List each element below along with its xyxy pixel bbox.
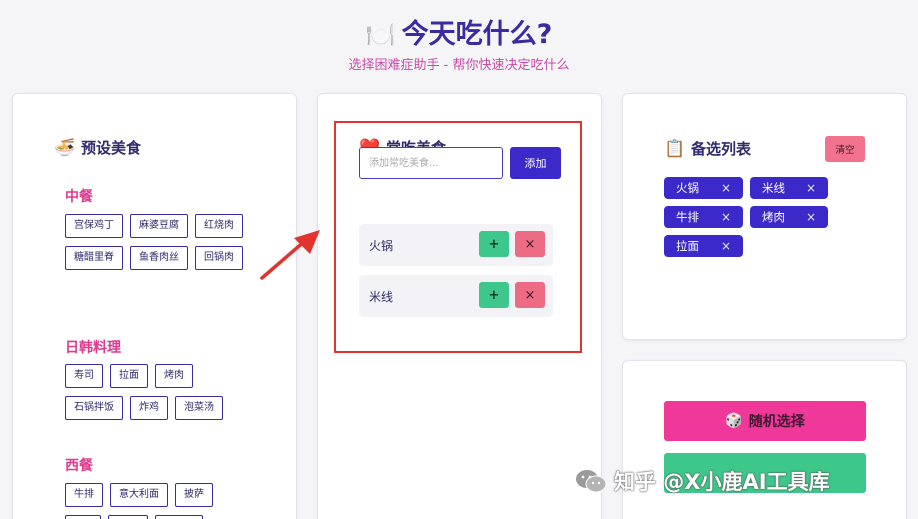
random-pick-label: 随机选择 [748,414,805,430]
page-title-text: 今天吃什么? [401,19,553,50]
preset-title-text: 预设美食 [81,139,142,157]
food-chip[interactable] [65,515,101,519]
category-title-chinese: 中餐 [65,189,93,205]
food-chip[interactable]: 宫保鸡丁 [65,214,123,238]
food-chip[interactable]: 回锅肉 [195,246,243,270]
random-pick-button[interactable]: 🎲 随机选择 [664,401,866,441]
candidate-pill[interactable]: 米线 × [750,177,828,199]
dice-icon: 🎲 [725,413,743,429]
chips-western: 牛排 意大利面 披萨 [65,483,245,519]
clear-list-button[interactable]: 清空 [825,136,865,162]
food-chip[interactable]: 烤肉 [155,364,193,388]
category-title-western: 西餐 [65,458,93,474]
food-chip[interactable]: 糖醋里脊 [65,246,123,270]
candidate-name: 牛排 [676,210,699,224]
preset-card: 🍜 预设美食 中餐 宫保鸡丁 麻婆豆腐 红烧肉 糖醋里脊 鱼香肉丝 回锅肉 日韩… [12,93,297,519]
food-chip[interactable]: 意大利面 [110,483,168,507]
close-icon[interactable]: × [806,181,816,195]
food-chip[interactable]: 泡菜汤 [175,396,223,420]
candidates-card-title: 📋 备选列表 [664,138,751,159]
preset-card-title: 🍜 预设美食 [54,137,141,158]
close-icon[interactable]: × [721,181,731,195]
food-chip[interactable]: 麻婆豆腐 [130,214,188,238]
candidate-pill[interactable]: 拉面 × [664,235,743,257]
food-chip[interactable]: 寿司 [65,364,103,388]
page-subtitle: 选择困难症助手 - 帮你快速决定吃什么 [348,58,570,73]
food-chip[interactable]: 红烧肉 [195,214,243,238]
page-title: 🍽️ 今天吃什么? [0,12,918,51]
chips-chinese: 宫保鸡丁 麻婆豆腐 红烧肉 糖醋里脊 鱼香肉丝 回锅肉 [65,214,245,270]
watermark-text: 知乎 @X小鹿AI工具库 [614,470,830,494]
food-chip[interactable]: 拉面 [110,364,148,388]
wechat-icon [576,470,607,493]
food-chip[interactable]: 石锅拌饭 [65,396,123,420]
food-chip[interactable] [108,515,148,519]
food-chip[interactable]: 炸鸡 [130,396,168,420]
candidates-card: 📋 备选列表 清空 火锅 × 米线 × 牛排 × 烤肉 × 拉面 × [622,93,907,340]
clipboard-icon: 📋 [664,138,686,159]
candidate-name: 米线 [762,181,785,195]
category-title-japanese-korean: 日韩料理 [65,340,121,356]
candidate-name: 烤肉 [762,210,785,224]
candidate-pill[interactable]: 烤肉 × [750,206,828,228]
candidate-name: 火锅 [676,181,699,195]
candidates-title-text: 备选列表 [691,140,752,158]
close-icon[interactable]: × [806,210,816,224]
food-chip[interactable] [155,515,203,519]
watermark: 知乎 @X小鹿AI工具库 [574,466,830,496]
highlight-box [334,121,582,353]
food-chip[interactable]: 鱼香肉丝 [130,246,188,270]
candidate-name: 拉面 [676,239,699,253]
annotation-arrow-icon [260,230,320,280]
candidate-list: 火锅 × 米线 × 牛排 × 烤肉 × 拉面 × [664,177,869,257]
food-chip[interactable]: 披萨 [175,483,213,507]
plate-icon: 🍽️ [365,21,396,49]
chips-japanese-korean: 寿司 拉面 烤肉 石锅拌饭 炸鸡 泡菜汤 [65,364,245,420]
food-chip[interactable]: 牛排 [65,483,103,507]
close-icon[interactable]: × [721,210,731,224]
candidate-pill[interactable]: 火锅 × [664,177,743,199]
candidate-pill[interactable]: 牛排 × [664,206,743,228]
close-icon[interactable]: × [721,239,731,253]
noodle-icon: 🍜 [54,137,76,158]
